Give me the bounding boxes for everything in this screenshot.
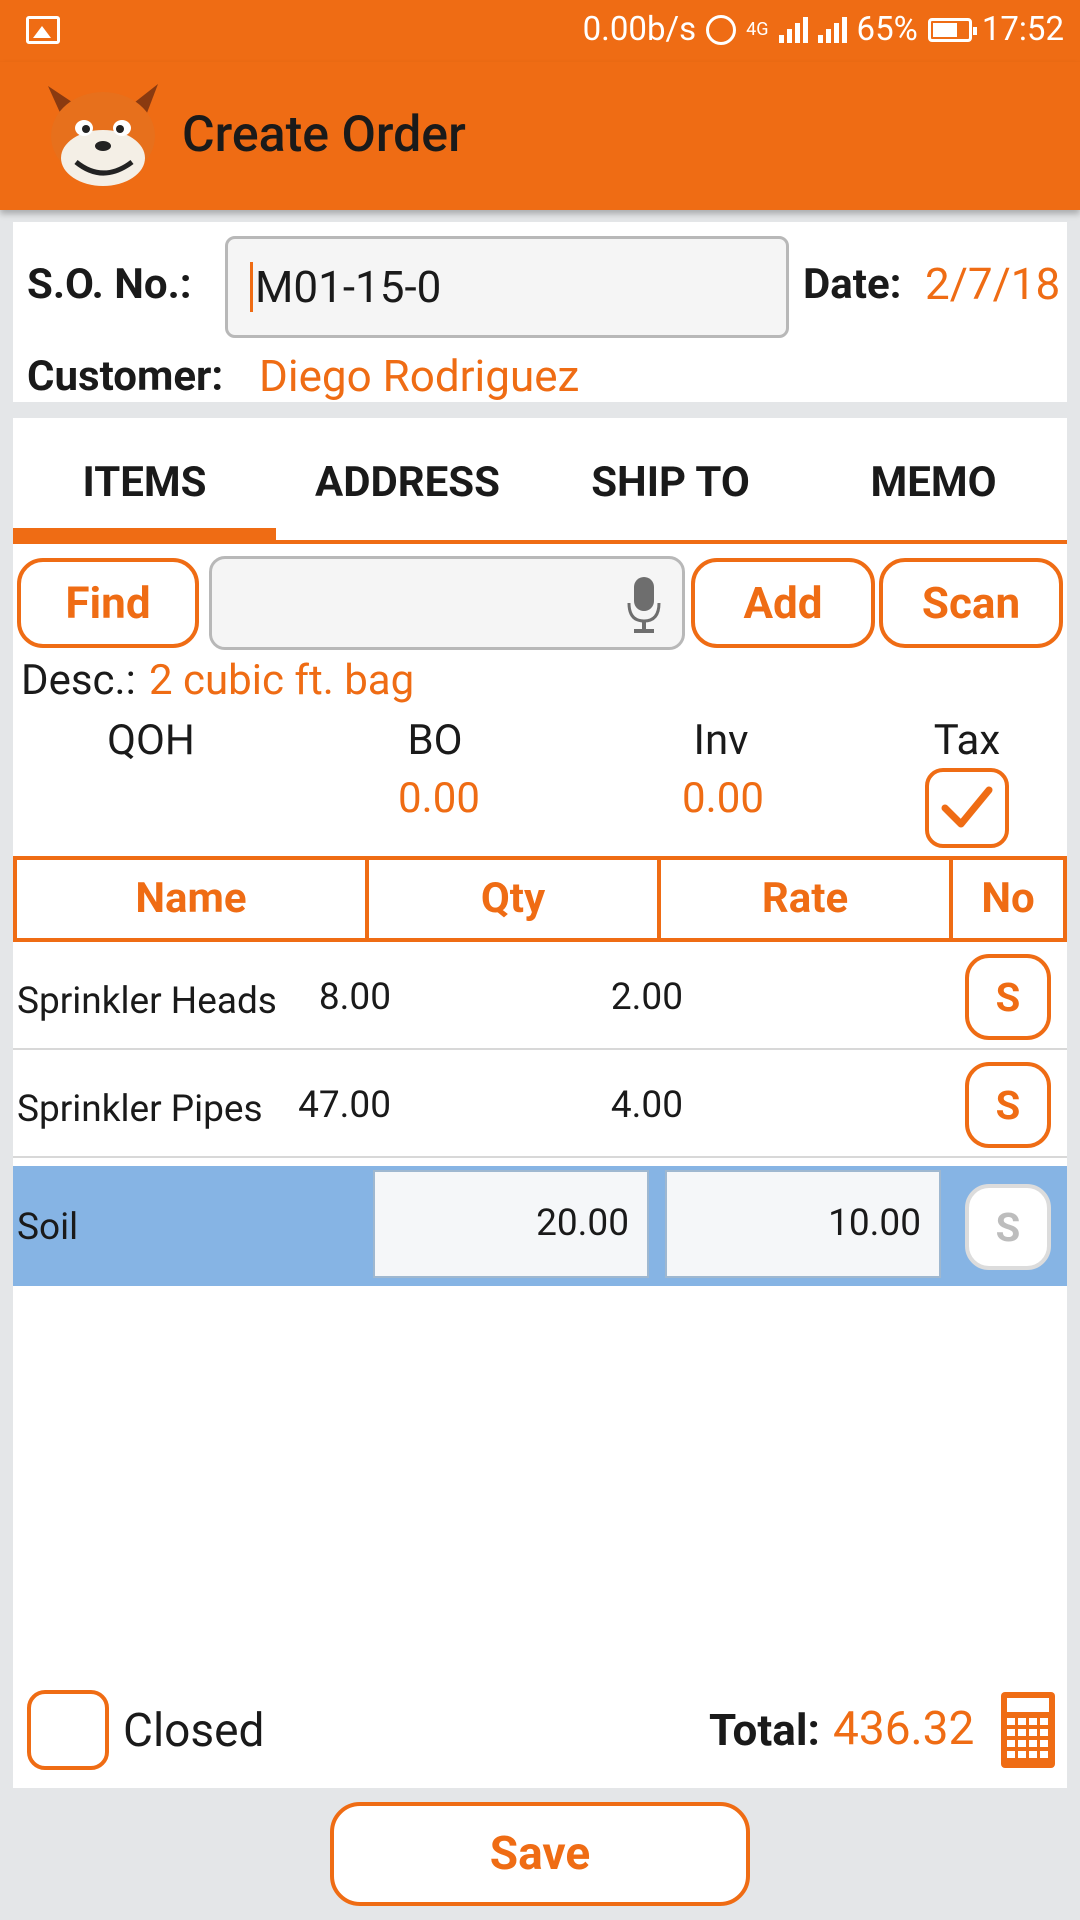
table-row-selected[interactable]: Soil 20.00 10.00 S <box>13 1166 1067 1286</box>
customer-value[interactable]: Diego Rodriguez <box>259 350 579 402</box>
item-rate: 2.00 <box>610 976 683 1019</box>
item-search-input[interactable] <box>209 556 685 650</box>
fox-logo-icon <box>48 84 158 186</box>
item-rate: 4.00 <box>610 1084 683 1127</box>
calculator-icon[interactable] <box>999 1690 1057 1770</box>
signal-icon <box>817 16 847 43</box>
table-row[interactable]: Sprinkler Heads 8.00 2.00 S <box>13 942 1067 1050</box>
tab-address[interactable]: ADDRESS <box>276 458 539 507</box>
bo-value: 0.00 <box>398 774 480 823</box>
so-number-input[interactable]: M01-15-0 <box>225 236 789 338</box>
page-title: Create Order <box>182 106 466 164</box>
battery-icon <box>927 17 977 42</box>
inv-label: Inv <box>693 716 749 765</box>
desc-label: Desc.: <box>21 656 136 705</box>
closed-checkbox[interactable] <box>27 1690 109 1770</box>
so-number-label: S.O. No.: <box>27 260 192 309</box>
closed-label: Closed <box>123 1704 265 1758</box>
so-number-value: M01-15-0 <box>255 261 442 313</box>
table-row[interactable]: Sprinkler Pipes 47.00 4.00 S <box>13 1050 1067 1158</box>
find-button[interactable]: Find <box>17 558 199 648</box>
app-bar: Create Order <box>0 62 1080 210</box>
text-caret <box>250 262 253 313</box>
qty-input[interactable]: 20.00 <box>373 1170 649 1278</box>
item-qty: 47.00 <box>298 1084 391 1127</box>
desc-value: 2 cubic ft. bag <box>149 656 415 705</box>
network-speed: 0.00b/s <box>582 10 697 49</box>
item-name: Soil <box>17 1206 79 1249</box>
scan-button[interactable]: Scan <box>879 558 1063 648</box>
column-header-qty: Qty <box>369 860 661 938</box>
s-button[interactable]: S <box>965 1062 1051 1148</box>
tab-ship-to[interactable]: SHIP TO <box>539 458 802 507</box>
column-header-no: No <box>981 874 1035 923</box>
save-button[interactable]: Save <box>330 1802 750 1906</box>
add-button[interactable]: Add <box>691 558 875 648</box>
column-header-name: Name <box>17 860 369 938</box>
item-name: Sprinkler Heads <box>17 980 277 1023</box>
items-table-header: Name Qty Rate No <box>13 856 1067 942</box>
inv-value: 0.00 <box>682 774 764 823</box>
column-header-rate: Rate <box>661 860 953 938</box>
order-header: S.O. No.: M01-15-0 Date: 2/7/18 Customer… <box>13 222 1067 402</box>
checkmark-icon <box>941 786 993 828</box>
tax-checkbox[interactable] <box>925 768 1009 848</box>
image-notification-icon <box>26 16 60 44</box>
order-items-panel: ITEMS ADDRESS SHIP TO MEMO Find Add Scan… <box>13 418 1067 1788</box>
item-qty: 8.00 <box>318 976 391 1019</box>
qoh-label: QOH <box>107 716 195 765</box>
network-type: 4G <box>746 19 769 40</box>
signal-icon <box>778 16 808 43</box>
active-tab-indicator <box>13 528 276 540</box>
rate-input[interactable]: 10.00 <box>665 1170 941 1278</box>
date-label: Date: <box>803 260 902 309</box>
status-bar-right: 0.00b/s 4G 65% 17:52 <box>583 10 1064 49</box>
tab-items[interactable]: ITEMS <box>13 458 276 507</box>
date-value[interactable]: 2/7/18 <box>925 258 1060 310</box>
clock: 17:52 <box>981 10 1064 49</box>
s-button[interactable]: S <box>965 954 1051 1040</box>
tax-label: Tax <box>933 716 1001 765</box>
tab-bar: ITEMS ADDRESS SHIP TO MEMO <box>13 418 1067 544</box>
status-bar: 0.00b/s 4G 65% 17:52 <box>0 0 1080 62</box>
s-button[interactable]: S <box>965 1184 1051 1270</box>
customer-label: Customer: <box>27 352 224 401</box>
total-label: Total: <box>709 1704 820 1756</box>
tab-memo[interactable]: MEMO <box>802 458 1065 507</box>
battery-percent: 65% <box>856 10 918 49</box>
microphone-icon[interactable] <box>626 575 662 635</box>
alarm-icon <box>706 14 737 45</box>
total-value: 436.32 <box>833 1702 975 1756</box>
bo-label: BO <box>407 716 463 765</box>
item-name: Sprinkler Pipes <box>17 1088 263 1131</box>
